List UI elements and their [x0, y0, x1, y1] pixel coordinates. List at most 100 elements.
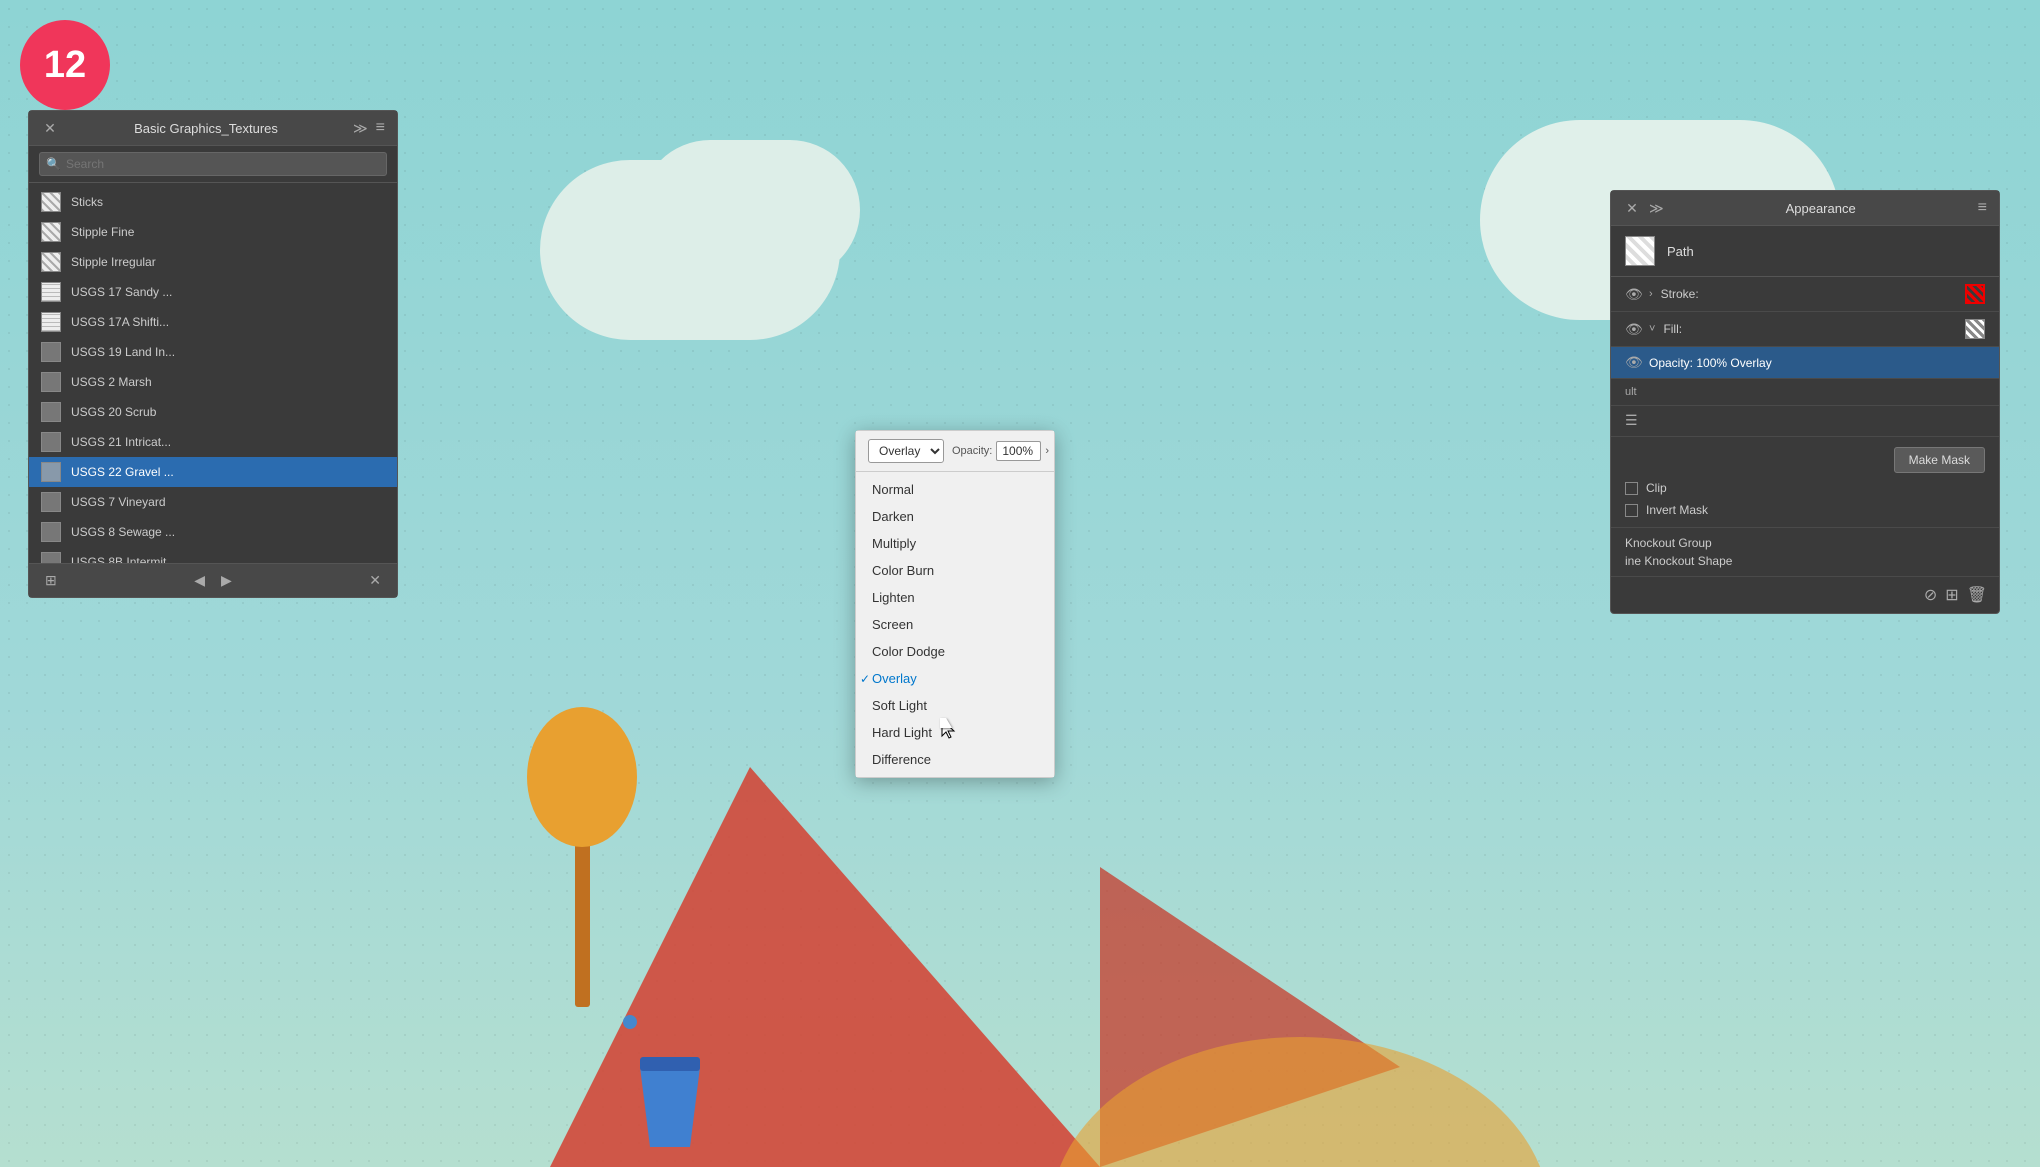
texture-thumbnail [41, 462, 61, 482]
make-mask-button[interactable]: Make Mask [1894, 447, 1985, 473]
menu-button[interactable]: ≡ [376, 119, 385, 137]
blend-check-icon: ✓ [860, 672, 870, 686]
texture-item-label: USGS 2 Marsh [71, 375, 152, 389]
appearance-collapse-btn[interactable]: ≫ [1649, 200, 1664, 217]
delete-button[interactable]: ✕ [365, 570, 385, 591]
opacity-text: Opacity: 100% Overlay [1649, 356, 1772, 370]
search-input[interactable] [39, 152, 387, 176]
blend-mode-item[interactable]: Multiply [856, 530, 1054, 557]
panel-bottom-toolbar: ⊘ ⊞ 🗑 [1611, 577, 1999, 613]
texture-thumbnail [41, 342, 61, 362]
texture-list-item[interactable]: USGS 2 Marsh [29, 367, 397, 397]
cloud-2 [640, 140, 860, 280]
texture-item-label: USGS 19 Land In... [71, 345, 175, 359]
blend-mode-item[interactable]: Screen [856, 611, 1054, 638]
texture-thumbnail [41, 402, 61, 422]
close-button[interactable]: ✕ [41, 119, 59, 137]
no-entry-icon[interactable]: ⊘ [1924, 585, 1937, 605]
texture-list: Sticks Stipple Fine Stipple Irregular USGS … [29, 183, 397, 563]
texture-thumbnail [41, 252, 61, 272]
texture-item-label: USGS 20 Scrub [71, 405, 156, 419]
texture-thumbnail [41, 492, 61, 512]
trash-icon[interactable]: 🗑 [1967, 585, 1987, 605]
blend-mode-dropdown: Overlay Opacity: › NormalDarkenMultiplyC… [855, 430, 1055, 778]
blend-mode-item[interactable]: Hard Light [856, 719, 1054, 746]
texture-list-item[interactable]: USGS 21 Intricat... [29, 427, 397, 457]
appearance-close-btn[interactable]: ✕ [1623, 199, 1641, 217]
fill-swatch[interactable] [1965, 319, 1985, 339]
blend-list: NormalDarkenMultiplyColor BurnLightenScr… [856, 472, 1054, 777]
texture-list-item[interactable]: Sticks [29, 187, 397, 217]
expand-arrow[interactable]: › [1045, 445, 1049, 457]
stroke-label: Stroke: [1661, 287, 1957, 301]
texture-list-item[interactable]: USGS 22 Gravel ... [29, 457, 397, 487]
clip-checkbox[interactable] [1625, 482, 1638, 495]
step-number: 12 [44, 44, 86, 87]
stroke-expand-arrow[interactable]: › [1649, 288, 1653, 300]
panel-toolbar: ⊞ ◀ ▶ ✕ [29, 563, 397, 597]
list-icon-row: ☰ [1611, 406, 1999, 437]
texture-item-label: USGS 7 Vineyard [71, 495, 166, 509]
texture-item-label: USGS 8 Sewage ... [71, 525, 175, 539]
texture-list-item[interactable]: USGS 19 Land In... [29, 337, 397, 367]
path-row: Path [1611, 226, 1999, 277]
blend-mode-item[interactable]: ✓Overlay [856, 665, 1054, 692]
texture-thumbnail [41, 192, 61, 212]
texture-thumbnail [41, 312, 61, 332]
stroke-swatch[interactable] [1965, 284, 1985, 304]
prev-button[interactable]: ◀ [190, 570, 209, 591]
texture-item-label: USGS 22 Gravel ... [71, 465, 174, 479]
texture-item-label: USGS 8B Intermit... [71, 555, 176, 563]
texture-thumbnail [41, 282, 61, 302]
blend-mode-item[interactable]: Lighten [856, 584, 1054, 611]
texture-list-item[interactable]: USGS 7 Vineyard [29, 487, 397, 517]
clip-label: Clip [1646, 481, 1667, 495]
texture-item-label: USGS 17A Shifti... [71, 315, 169, 329]
blend-mode-item[interactable]: Color Burn [856, 557, 1054, 584]
texture-item-label: Stipple Fine [71, 225, 134, 239]
knockout-group-label: Knockout Group [1625, 536, 1985, 550]
texture-thumbnail [41, 522, 61, 542]
layers-icon[interactable]: ⊞ [41, 570, 61, 591]
opacity-label: Opacity: [952, 445, 992, 457]
invert-mask-label: Invert Mask [1646, 503, 1708, 517]
blend-header: Overlay Opacity: › [856, 431, 1054, 472]
fill-expand-arrow[interactable]: ˅ [1649, 323, 1655, 335]
blend-select[interactable]: Overlay [868, 439, 944, 463]
clip-row: Clip [1625, 481, 1985, 495]
texture-list-item[interactable]: Stipple Fine [29, 217, 397, 247]
texture-thumbnail [41, 372, 61, 392]
blend-mode-item[interactable]: Color Dodge [856, 638, 1054, 665]
stroke-row: 👁 › Stroke: [1611, 277, 1999, 312]
opacity-input[interactable] [996, 441, 1041, 461]
texture-list-item[interactable]: USGS 17A Shifti... [29, 307, 397, 337]
texture-item-label: USGS 21 Intricat... [71, 435, 171, 449]
opacity-row: 👁 Opacity: 100% Overlay [1611, 347, 1999, 379]
fill-visibility-icon[interactable]: 👁 [1625, 321, 1641, 338]
add-icon[interactable]: ⊞ [1945, 585, 1958, 605]
opacity-visibility-icon[interactable]: 👁 [1625, 354, 1641, 371]
texture-list-item[interactable]: USGS 17 Sandy ... [29, 277, 397, 307]
blend-mode-item[interactable]: Soft Light [856, 692, 1054, 719]
texture-list-item[interactable]: USGS 8 Sewage ... [29, 517, 397, 547]
list-icon: ☰ [1625, 412, 1638, 428]
blend-mode-item[interactable]: Difference [856, 746, 1054, 773]
texture-thumbnail [41, 552, 61, 563]
default-text: ult [1625, 386, 1637, 398]
left-panel: ✕ Basic Graphics_Textures ≫ ≡ 🔍 SticksSt… [28, 110, 398, 598]
next-button[interactable]: ▶ [217, 570, 236, 591]
texture-list-item[interactable]: USGS 8B Intermit... [29, 547, 397, 563]
collapse-button[interactable]: ≫ [353, 120, 368, 137]
texture-item-label: Sticks [71, 195, 103, 209]
texture-item-label: Stipple Irregular [71, 255, 156, 269]
texture-list-item[interactable]: Stipple Irregular [29, 247, 397, 277]
blend-mode-item[interactable]: Normal [856, 476, 1054, 503]
path-thumbnail [1625, 236, 1655, 266]
make-mask-section: Make Mask Clip Invert Mask [1611, 437, 1999, 528]
blend-mode-item[interactable]: Darken [856, 503, 1054, 530]
invert-mask-checkbox[interactable] [1625, 504, 1638, 517]
appearance-title: Appearance [1786, 201, 1856, 216]
texture-list-item[interactable]: USGS 20 Scrub [29, 397, 397, 427]
stroke-visibility-icon[interactable]: 👁 [1625, 286, 1641, 303]
appearance-menu-btn[interactable]: ≡ [1978, 199, 1987, 217]
